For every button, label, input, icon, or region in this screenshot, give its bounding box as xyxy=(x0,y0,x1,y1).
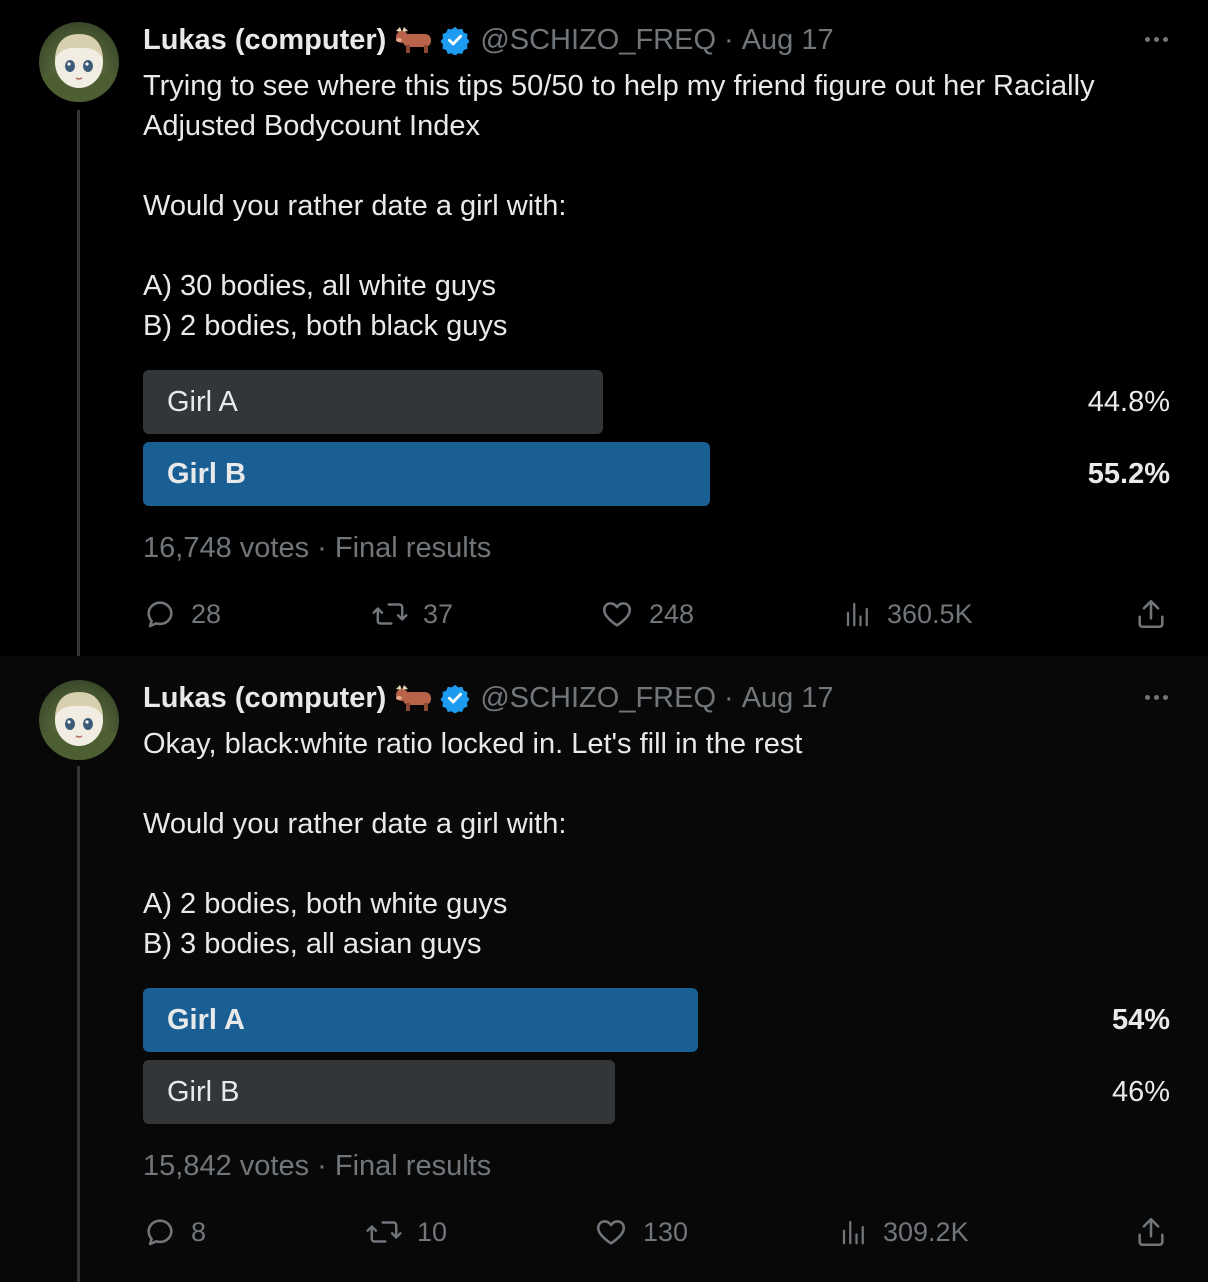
share-icon xyxy=(1138,1217,1164,1247)
reply-icon xyxy=(147,1219,173,1246)
tweet-text-line: Okay, black:white ratio locked in. Let's… xyxy=(143,728,803,760)
tweet[interactable]: Lukas (computer) @SCHIZO_FREQ xyxy=(0,656,1208,1282)
poll-meta: 15,842 votes · Final results xyxy=(143,1150,491,1183)
verified-badge-icon[interactable] xyxy=(440,25,470,55)
separator-dot: · xyxy=(724,23,734,56)
poll-option-percent: 46% xyxy=(1111,1076,1170,1108)
tweet-text-line: A) 2 bodies, both white guys xyxy=(143,888,508,920)
avatar[interactable] xyxy=(39,680,119,760)
reply-button[interactable]: 8 xyxy=(143,1212,206,1252)
share-icon xyxy=(1138,599,1164,629)
tweet-text-line: B) 2 bodies, both black guys xyxy=(143,310,508,342)
tweet-text-line xyxy=(143,226,1178,266)
separator-dot: · xyxy=(317,532,327,564)
handle[interactable]: @SCHIZO_FREQ xyxy=(480,682,716,715)
reply-count: 28 xyxy=(191,598,222,629)
poll-status: Final results xyxy=(334,532,492,564)
poll-option: Girl B 55.2% xyxy=(143,442,1170,506)
reply-count: 8 xyxy=(191,1216,207,1247)
tweet-text-line: B) 3 bodies, all asian guys xyxy=(143,928,482,960)
ox-emoji-icon xyxy=(394,25,434,55)
poll-option-label: Girl A xyxy=(167,386,238,418)
poll-votes: 15,842 votes xyxy=(143,1150,310,1182)
tweet-text: Okay, black:white ratio locked in. Let's… xyxy=(143,724,1178,964)
thread: Lukas (computer) @SCHIZO_FREQ · Aug 17 T… xyxy=(0,0,1208,1282)
tweet-text-line xyxy=(143,844,1178,884)
repost-count: 37 xyxy=(423,598,454,629)
timestamp[interactable]: Aug 17 xyxy=(742,24,834,57)
tweet-text-line: A) 30 bodies, all white guys xyxy=(143,270,497,302)
poll-option-percent: 55.2% xyxy=(1087,458,1170,490)
reply-button[interactable]: 28 xyxy=(143,594,221,634)
tweet-text-line: Trying to see where this tips 50/50 to h… xyxy=(143,70,1095,102)
more-options-icon[interactable] xyxy=(1145,24,1168,54)
verified-badge-icon[interactable] xyxy=(440,683,470,713)
poll-option: Girl B 46% xyxy=(143,1060,1170,1124)
handle[interactable]: @SCHIZO_FREQ xyxy=(480,24,716,57)
like-button[interactable]: 248 xyxy=(599,594,694,634)
tweet-text-line: Adjusted Bodycount Index xyxy=(143,110,480,142)
poll-option-label: Girl A xyxy=(167,1004,245,1036)
separator-dot: · xyxy=(317,1150,327,1182)
thread-connector-line xyxy=(77,766,80,1282)
thread-connector-line xyxy=(77,110,80,656)
poll-meta: 16,748 votes · Final results xyxy=(143,532,491,565)
share-button[interactable] xyxy=(1134,594,1168,634)
tweet-text: Trying to see where this tips 50/50 to h… xyxy=(143,66,1178,346)
heart-icon xyxy=(596,1220,626,1245)
repost-count: 10 xyxy=(417,1216,448,1247)
tweet-header: Lukas (computer) @SCHIZO_FREQ · Aug 17 xyxy=(143,22,1168,58)
reply-icon xyxy=(147,601,173,628)
repost-icon xyxy=(372,603,408,625)
poll-option-label: Girl B xyxy=(167,1076,240,1108)
tweet-text-line: Would you rather date a girl with: xyxy=(143,190,567,222)
views-icon xyxy=(846,602,868,627)
tweet[interactable]: Lukas (computer) @SCHIZO_FREQ xyxy=(0,0,1208,656)
views-count: 360.5K xyxy=(887,598,973,629)
like-button[interactable]: 130 xyxy=(593,1212,688,1252)
display-name[interactable]: Lukas (computer) xyxy=(143,682,386,715)
like-count: 130 xyxy=(643,1216,689,1247)
tweet-header: Lukas (computer) @SCHIZO_FREQ · Aug 17 xyxy=(143,680,1168,716)
share-button[interactable] xyxy=(1134,1212,1168,1252)
tweet-text-line xyxy=(143,146,1178,186)
views-icon xyxy=(842,1220,864,1245)
poll-option: Girl A 44.8% xyxy=(143,370,1170,434)
avatar[interactable] xyxy=(39,22,119,102)
tweet-text-line: Would you rather date a girl with: xyxy=(143,808,567,840)
avatar-image xyxy=(39,34,119,102)
tweet-text-line xyxy=(143,764,1178,804)
ox-emoji-icon xyxy=(394,683,434,713)
poll-votes: 16,748 votes xyxy=(143,532,310,564)
poll-status: Final results xyxy=(334,1150,492,1182)
timestamp[interactable]: Aug 17 xyxy=(742,682,834,715)
like-count: 248 xyxy=(649,598,695,629)
repost-button[interactable]: 10 xyxy=(365,1212,447,1252)
separator-dot: · xyxy=(724,681,734,714)
display-name[interactable]: Lukas (computer) xyxy=(143,24,386,57)
repost-button[interactable]: 37 xyxy=(371,594,453,634)
poll-option-percent: 44.8% xyxy=(1087,386,1170,418)
action-bar: 8 10 130 309.2K xyxy=(143,1212,1168,1252)
poll-option: Girl A 54% xyxy=(143,988,1170,1052)
action-bar: 28 37 248 360.5K xyxy=(143,594,1168,634)
views-count: 309.2K xyxy=(883,1216,969,1247)
views-button[interactable]: 360.5K xyxy=(843,594,973,634)
views-button[interactable]: 309.2K xyxy=(839,1212,969,1252)
avatar-image xyxy=(39,692,119,760)
repost-icon xyxy=(366,1221,402,1243)
poll-option-label: Girl B xyxy=(167,458,246,490)
heart-icon xyxy=(602,602,632,627)
poll-option-percent: 54% xyxy=(1111,1004,1170,1036)
more-options-icon[interactable] xyxy=(1145,682,1168,712)
